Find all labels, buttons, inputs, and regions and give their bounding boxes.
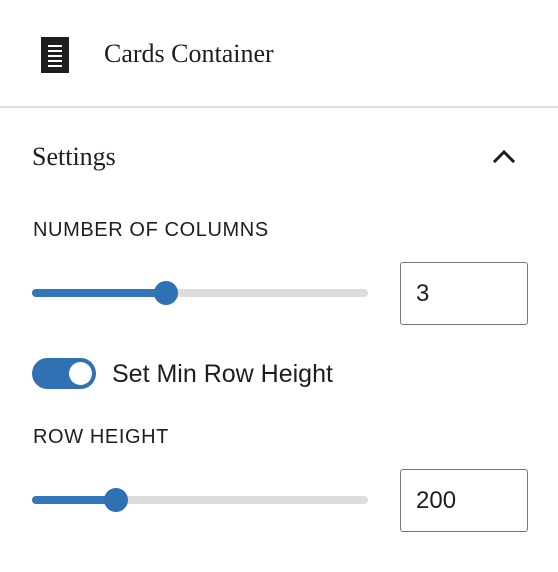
- min-row-height-toggle[interactable]: [32, 358, 96, 389]
- columns-slider[interactable]: [32, 279, 368, 307]
- slider-fill: [32, 289, 166, 297]
- columns-input[interactable]: [400, 262, 528, 325]
- row-height-slider[interactable]: [32, 486, 368, 514]
- document-list-icon: [41, 37, 69, 73]
- toggle-knob: [69, 362, 92, 385]
- settings-panel-toggle[interactable]: Settings: [32, 140, 116, 174]
- slider-thumb[interactable]: [154, 281, 178, 305]
- row-height-label: ROW HEIGHT: [33, 426, 169, 448]
- slider-thumb[interactable]: [104, 488, 128, 512]
- min-row-height-label[interactable]: Set Min Row Height: [112, 360, 333, 388]
- block-card-header: Cards Container: [0, 0, 558, 108]
- block-title: Cards Container: [104, 39, 274, 68]
- row-height-input[interactable]: [400, 469, 528, 532]
- chevron-up-icon[interactable]: [490, 142, 518, 170]
- columns-label: NUMBER OF COLUMNS: [33, 219, 269, 241]
